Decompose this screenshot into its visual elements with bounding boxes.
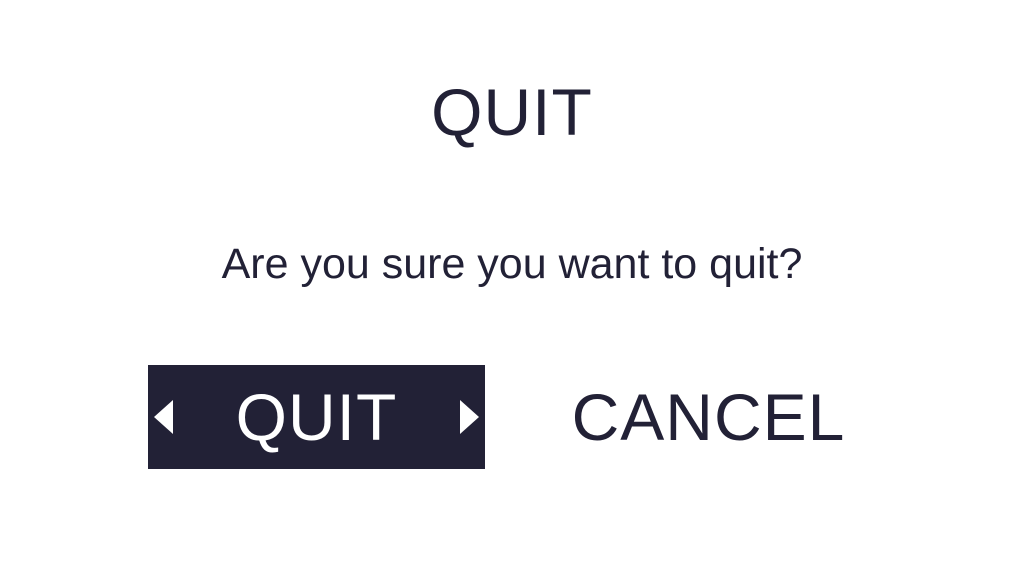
- caret-left-icon: [154, 400, 173, 434]
- dialog-title: QUIT: [431, 75, 593, 149]
- quit-dialog-screen: QUIT Are you sure you want to quit? QUIT…: [0, 0, 1024, 576]
- confirmation-message: Are you sure you want to quit?: [221, 240, 803, 288]
- quit-button-label: QUIT: [235, 380, 398, 454]
- caret-right-icon: [460, 400, 479, 434]
- cancel-button-label: CANCEL: [571, 380, 846, 454]
- quit-button[interactable]: QUIT: [148, 365, 485, 469]
- cancel-button[interactable]: CANCEL: [540, 365, 877, 469]
